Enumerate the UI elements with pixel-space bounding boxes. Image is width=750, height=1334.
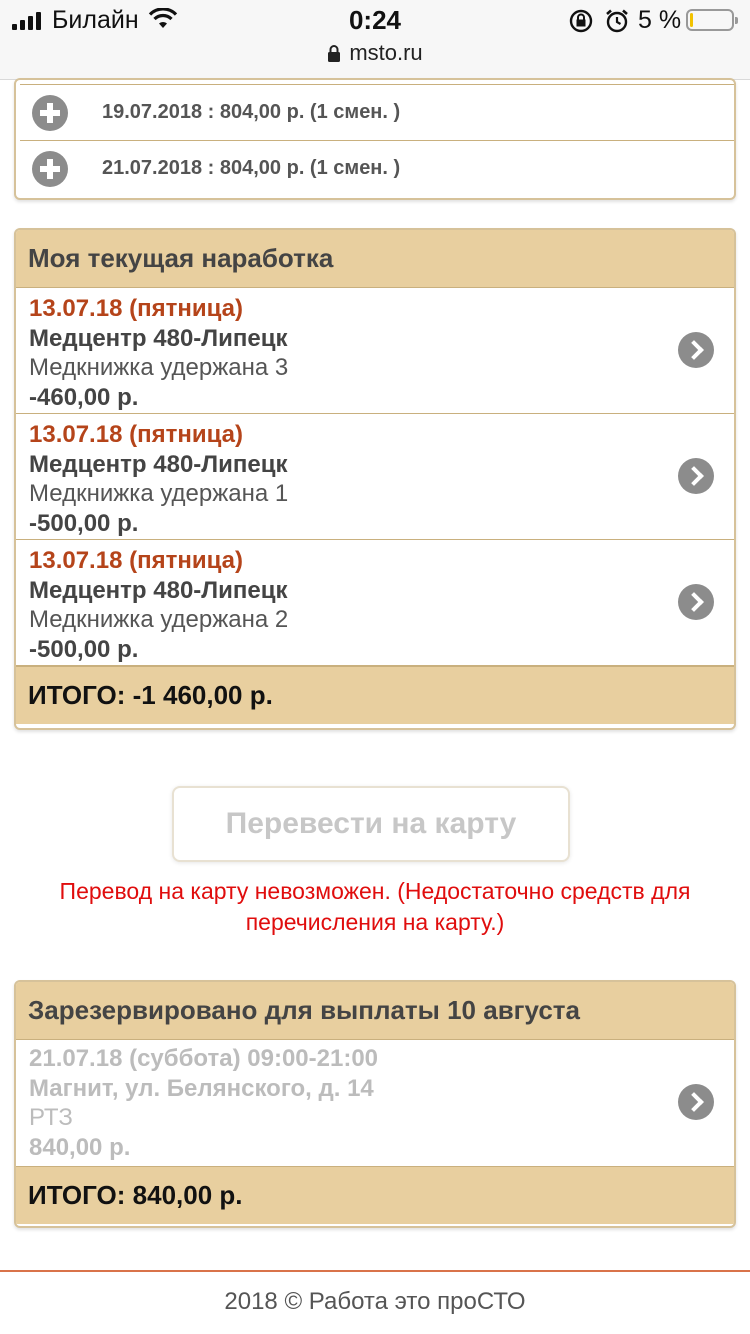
- earning-description: Медкнижка удержана 1: [29, 480, 289, 507]
- shifts-card: 19.07.2018 : 804,00 р. (1 смен. ) 21.07.…: [14, 78, 736, 200]
- reserved-total: ИТОГО: 840,00 р.: [16, 1166, 734, 1224]
- reserved-place: Магнит, ул. Белянского, д. 14: [29, 1075, 374, 1102]
- shift-row[interactable]: 19.07.2018 : 804,00 р. (1 смен. ): [20, 84, 734, 139]
- chevron-right-icon[interactable]: [678, 458, 714, 494]
- earning-date: 13.07.18 (пятница): [29, 547, 243, 574]
- earning-description: Медкнижка удержана 2: [29, 606, 289, 633]
- browser-top-bar: Билайн 0:24 5 % msto.ru: [0, 0, 750, 80]
- earning-amount: -460,00 р.: [29, 384, 139, 411]
- earning-place: Медцентр 480-Липецк: [29, 325, 288, 352]
- rotation-lock-icon: [569, 9, 593, 33]
- address-bar[interactable]: msto.ru: [0, 40, 750, 66]
- error-line: перечисления на карту.): [245, 909, 505, 935]
- earnings-total: ИТОГО: -1 460,00 р.: [16, 666, 734, 724]
- padlock-icon: [328, 45, 341, 62]
- footer-copyright: 2018 © Работа это проСТО: [224, 1288, 526, 1315]
- chevron-right-icon[interactable]: [678, 1084, 714, 1120]
- reserved-title: Зарезервировано для выплаты 10 августа: [16, 982, 734, 1040]
- footer-divider: [0, 1270, 750, 1272]
- battery-level: [690, 13, 693, 27]
- earning-date: 13.07.18 (пятница): [29, 421, 243, 448]
- earnings-title: Моя текущая наработка: [16, 230, 734, 288]
- reserved-description: РТЗ: [29, 1104, 73, 1131]
- chevron-right-icon[interactable]: [678, 584, 714, 620]
- shift-text: 21.07.2018 : 804,00 р. (1 смен. ): [102, 156, 401, 179]
- chevron-right-icon[interactable]: [678, 332, 714, 368]
- status-bar: Билайн 0:24 5 %: [0, 0, 750, 42]
- current-earnings-card: Моя текущая наработка 13.07.18 (пятница)…: [14, 228, 736, 730]
- plus-icon[interactable]: [32, 151, 68, 187]
- battery-icon: [686, 9, 738, 31]
- earning-item[interactable]: 13.07.18 (пятница) Медцентр 480-Липецк М…: [16, 540, 734, 666]
- reserved-payout-card: Зарезервировано для выплаты 10 августа 2…: [14, 980, 736, 1228]
- earning-item[interactable]: 13.07.18 (пятница) Медцентр 480-Липецк М…: [16, 288, 734, 414]
- earning-amount: -500,00 р.: [29, 510, 139, 537]
- battery-percent: 5 %: [638, 6, 682, 34]
- earning-description: Медкнижка удержана 3: [29, 354, 289, 381]
- earning-date: 13.07.18 (пятница): [29, 295, 243, 322]
- reserved-item[interactable]: 21.07.18 (суббота) 09:00-21:00 Магнит, у…: [16, 1040, 734, 1166]
- reserved-date: 21.07.18 (суббота) 09:00-21:00: [29, 1045, 379, 1072]
- shift-text: 19.07.2018 : 804,00 р. (1 смен. ): [102, 100, 401, 123]
- reserved-amount: 840,00 р.: [29, 1134, 131, 1161]
- transfer-error-message: Перевод на карту невозможен. (Недостаточ…: [20, 876, 730, 938]
- earning-place: Медцентр 480-Липецк: [29, 451, 288, 478]
- earning-place: Медцентр 480-Липецк: [29, 577, 288, 604]
- transfer-to-card-button[interactable]: Перевести на карту: [172, 786, 570, 862]
- plus-icon[interactable]: [32, 95, 68, 131]
- shift-row[interactable]: 21.07.2018 : 804,00 р. (1 смен. ): [20, 140, 734, 195]
- earning-item[interactable]: 13.07.18 (пятница) Медцентр 480-Липецк М…: [16, 414, 734, 540]
- alarm-icon: [606, 9, 628, 33]
- url-text: msto.ru: [349, 40, 423, 65]
- earning-amount: -500,00 р.: [29, 636, 139, 663]
- error-line: Перевод на карту невозможен. (Недостаточ…: [59, 878, 691, 904]
